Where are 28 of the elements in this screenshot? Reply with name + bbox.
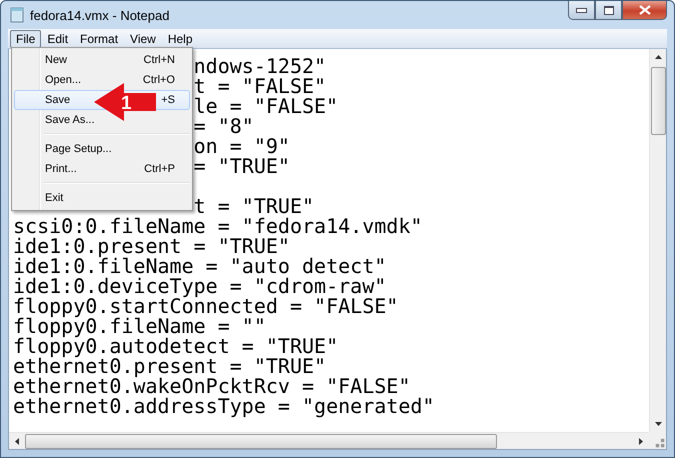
scroll-left-icon[interactable] — [15, 438, 19, 444]
menu-item[interactable]: New Ctrl+N — [14, 50, 190, 70]
maximize-icon — [604, 6, 614, 14]
close-icon — [638, 5, 650, 15]
menu-item[interactable]: Exit — [14, 188, 190, 208]
maximize-button[interactable] — [595, 1, 622, 20]
menu-item[interactable]: Print... Ctrl+P — [14, 159, 190, 179]
arrow-callout: 1 — [94, 82, 156, 122]
close-button[interactable] — [622, 1, 667, 20]
menu-item[interactable]: Page Setup... — [14, 139, 190, 159]
window-title: fedora14.vmx - Notepad — [30, 8, 170, 22]
menu-item[interactable]: Help — [162, 30, 199, 48]
scroll-thumb[interactable] — [25, 434, 497, 448]
menu-item[interactable]: File — [10, 30, 42, 48]
minimize-icon — [576, 8, 587, 12]
notepad-icon — [10, 7, 24, 23]
text-line: ide1:0.deviceType = "cdrom-raw" — [13, 274, 386, 298]
scroll-thumb[interactable] — [650, 67, 666, 135]
menu-item[interactable]: Edit — [41, 30, 74, 48]
menu-item[interactable]: Format — [74, 30, 124, 48]
horizontal-scrollbar[interactable] — [9, 432, 649, 449]
text-line: ethernet0.addressType = "generated" — [13, 394, 434, 418]
minimize-button[interactable] — [568, 1, 595, 20]
scroll-right-icon[interactable] — [639, 438, 643, 444]
vertical-scrollbar[interactable] — [649, 49, 666, 432]
scroll-down-icon[interactable] — [654, 422, 662, 426]
scroll-up-icon[interactable] — [654, 55, 662, 59]
menu-item[interactable]: View — [124, 30, 162, 48]
